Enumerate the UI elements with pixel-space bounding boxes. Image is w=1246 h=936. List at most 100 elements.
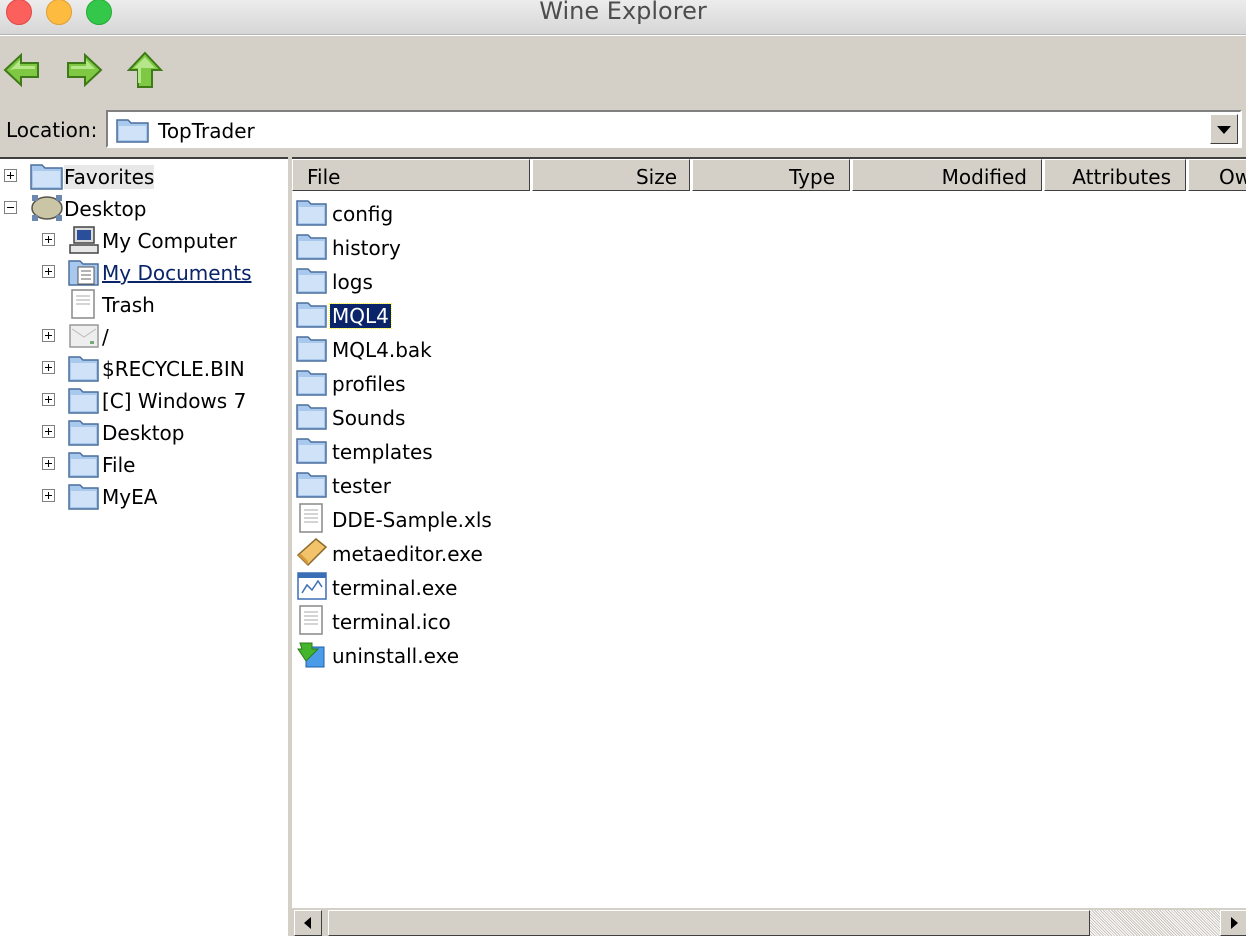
file-row[interactable]: MQL4.bak bbox=[296, 333, 696, 365]
expand-icon[interactable] bbox=[42, 233, 55, 246]
folder-icon bbox=[296, 438, 327, 464]
collapse-icon[interactable] bbox=[4, 201, 17, 214]
column-header-label: Type bbox=[789, 165, 835, 189]
folder-tree: Favorites Desktop My Computer My Documen… bbox=[0, 157, 288, 936]
file-name: terminal.ico bbox=[332, 610, 451, 634]
file-row[interactable]: history bbox=[296, 231, 696, 263]
folder-icon bbox=[296, 200, 327, 226]
column-header-label: Ow bbox=[1219, 165, 1246, 189]
expand-icon[interactable] bbox=[42, 425, 55, 438]
document-icon bbox=[71, 289, 95, 319]
tree-item-label: Trash bbox=[102, 293, 155, 317]
tree-item-my-computer[interactable]: My Computer bbox=[42, 225, 282, 255]
folder-icon bbox=[68, 452, 99, 478]
horizontal-scrollbar[interactable] bbox=[292, 908, 1246, 936]
terminal-app-icon bbox=[297, 572, 327, 600]
file-name: Sounds bbox=[332, 406, 406, 430]
file-row[interactable]: templates bbox=[296, 435, 696, 467]
desktop-icon bbox=[31, 195, 63, 221]
tree-item-label: Desktop bbox=[102, 421, 185, 445]
folder-icon bbox=[296, 336, 327, 362]
file-name: config bbox=[332, 202, 394, 226]
tree-item-trash[interactable]: Trash bbox=[42, 289, 282, 319]
expand-icon[interactable] bbox=[42, 393, 55, 406]
column-header-modified[interactable]: Modified bbox=[852, 159, 1042, 191]
tree-item-label: Desktop bbox=[64, 197, 147, 221]
tree-item-file[interactable]: File bbox=[42, 449, 282, 479]
tree-item-root[interactable]: / bbox=[42, 321, 282, 351]
folder-icon bbox=[296, 404, 327, 430]
column-header-size[interactable]: Size bbox=[532, 159, 690, 191]
file-name: DDE-Sample.xls bbox=[332, 508, 492, 532]
file-row[interactable]: logs bbox=[296, 265, 696, 297]
tree-item-label: / bbox=[102, 325, 109, 349]
location-combobox[interactable]: TopTrader bbox=[106, 110, 1242, 148]
location-dropdown-button[interactable] bbox=[1210, 114, 1238, 144]
file-name: MQL4 bbox=[329, 303, 392, 329]
scrollbar-thumb[interactable] bbox=[328, 910, 1090, 936]
tree-item-desktop[interactable]: Desktop bbox=[4, 193, 284, 223]
file-row[interactable]: profiles bbox=[296, 367, 696, 399]
tree-item-myea[interactable]: MyEA bbox=[42, 481, 282, 511]
folder-icon bbox=[296, 234, 327, 260]
column-header-file[interactable]: File bbox=[292, 159, 530, 191]
folder-icon bbox=[68, 484, 99, 510]
forward-button[interactable] bbox=[62, 50, 104, 90]
column-header-owner[interactable]: Ow bbox=[1188, 159, 1246, 191]
folder-icon bbox=[116, 119, 149, 143]
arrow-left-icon bbox=[304, 917, 311, 929]
file-row[interactable]: Sounds bbox=[296, 401, 696, 433]
tree-item-label: My Documents bbox=[102, 261, 252, 285]
expand-icon[interactable] bbox=[42, 361, 55, 374]
scrollbar-track[interactable] bbox=[1090, 910, 1220, 936]
folder-icon bbox=[68, 388, 99, 414]
tree-item-desktop-folder[interactable]: Desktop bbox=[42, 417, 282, 447]
scroll-right-button[interactable] bbox=[1220, 910, 1246, 936]
file-name: MQL4.bak bbox=[332, 338, 432, 362]
tree-item-favorites[interactable]: Favorites bbox=[4, 161, 284, 191]
window-title: Wine Explorer bbox=[539, 0, 707, 25]
file-row[interactable]: config bbox=[296, 197, 696, 229]
file-row[interactable]: terminal.exe bbox=[296, 571, 696, 603]
up-button[interactable] bbox=[124, 50, 166, 90]
tree-item-label: Favorites bbox=[64, 165, 155, 189]
up-arrow-icon bbox=[126, 51, 164, 88]
title-bar: Wine Explorer bbox=[0, 0, 1246, 35]
file-row[interactable]: tester bbox=[296, 469, 696, 501]
location-bar: Location: TopTrader bbox=[0, 104, 1246, 156]
file-name: profiles bbox=[332, 372, 406, 396]
column-header-attributes[interactable]: Attributes bbox=[1044, 159, 1186, 191]
expand-icon[interactable] bbox=[42, 265, 55, 278]
scroll-left-button[interactable] bbox=[294, 910, 322, 936]
folder-icon bbox=[296, 302, 327, 328]
document-icon bbox=[299, 503, 323, 533]
expand-icon[interactable] bbox=[4, 169, 17, 182]
file-name: tester bbox=[332, 474, 391, 498]
expand-icon[interactable] bbox=[42, 457, 55, 470]
file-row[interactable]: metaeditor.exe bbox=[296, 537, 696, 569]
column-header-label: Attributes bbox=[1072, 165, 1171, 189]
folder-icon bbox=[30, 164, 63, 190]
expand-icon[interactable] bbox=[42, 329, 55, 342]
file-name: history bbox=[332, 236, 401, 260]
expand-icon[interactable] bbox=[42, 489, 55, 502]
folder-icon bbox=[68, 356, 99, 382]
file-row[interactable]: DDE-Sample.xls bbox=[296, 503, 696, 535]
tree-item-my-documents[interactable]: My Documents bbox=[42, 257, 282, 287]
back-button[interactable] bbox=[2, 50, 44, 90]
column-header-type[interactable]: Type bbox=[692, 159, 850, 191]
file-row[interactable]: uninstall.exe bbox=[296, 639, 696, 671]
folder-icon bbox=[68, 420, 99, 446]
column-header-label: Modified bbox=[941, 165, 1027, 189]
editor-app-icon bbox=[296, 538, 328, 567]
file-name: terminal.exe bbox=[332, 576, 458, 600]
tree-item-recycle-bin[interactable]: $RECYCLE.BIN bbox=[42, 353, 282, 383]
tree-item-label: File bbox=[102, 453, 136, 477]
folder-icon bbox=[296, 472, 327, 498]
file-row[interactable]: MQL4 bbox=[296, 299, 696, 331]
file-row[interactable]: terminal.ico bbox=[296, 605, 696, 637]
tree-item-windows-7[interactable]: [C] Windows 7 bbox=[42, 385, 282, 415]
chevron-down-icon bbox=[1217, 126, 1231, 134]
tree-item-label: MyEA bbox=[102, 485, 158, 509]
document-icon bbox=[299, 605, 323, 635]
